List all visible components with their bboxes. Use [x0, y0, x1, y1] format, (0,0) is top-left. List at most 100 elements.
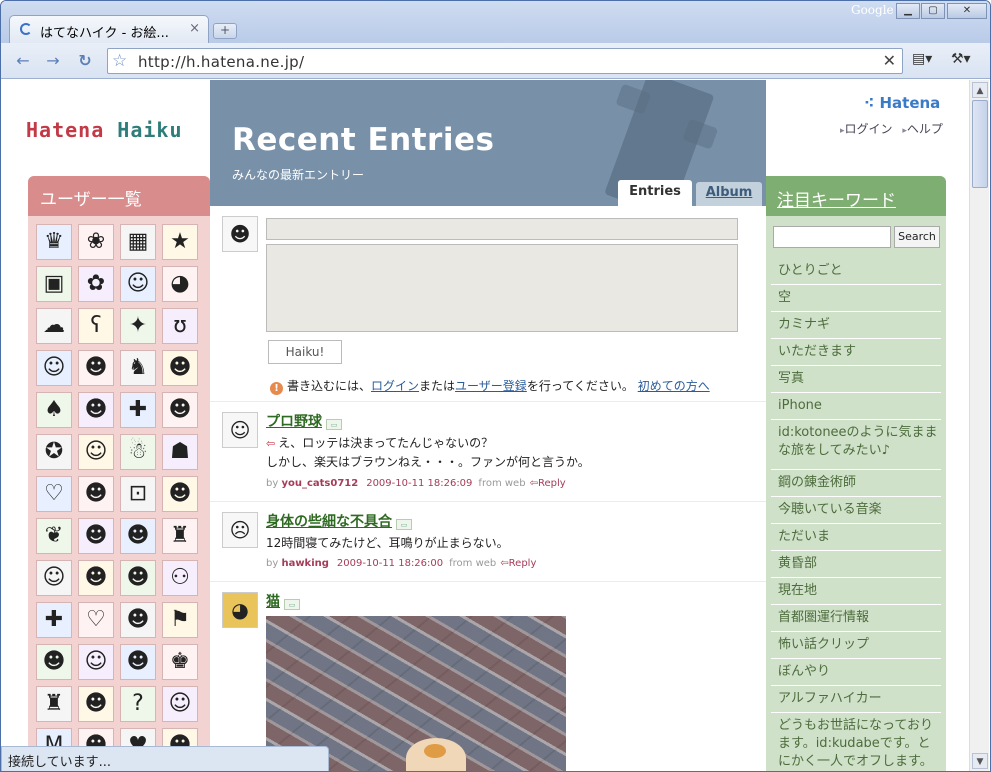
- user-icon-link[interactable]: ♚: [162, 644, 198, 680]
- tab-entries[interactable]: Entries: [618, 180, 692, 206]
- user-icon-link[interactable]: ✿: [78, 266, 114, 302]
- user-icon-link[interactable]: ❦: [36, 518, 72, 554]
- first-time-link[interactable]: 初めての方へ: [638, 379, 710, 393]
- reply-label[interactable]: Reply: [509, 558, 537, 569]
- close-window-button[interactable]: ✕: [947, 3, 987, 19]
- keyword-link[interactable]: 黄昏部: [771, 551, 941, 578]
- user-icon-link[interactable]: ✪: [36, 434, 72, 470]
- keyword-header[interactable]: 注目キーワード: [766, 176, 946, 216]
- user-icon-link[interactable]: ☁: [36, 308, 72, 344]
- user-icon-link[interactable]: ♜: [162, 518, 198, 554]
- user-icon-link[interactable]: ☻: [78, 518, 114, 554]
- browser-tab[interactable]: はてなハイク - お絵... ×: [9, 15, 209, 43]
- user-icon-link[interactable]: ☻: [120, 518, 156, 554]
- user-icon-link[interactable]: ✚: [36, 602, 72, 638]
- entry-title[interactable]: プロ野球: [266, 414, 322, 430]
- entry-timestamp[interactable]: 2009-10-11 18:26:00: [337, 558, 443, 569]
- keyword-link[interactable]: ぼんやり: [771, 659, 941, 686]
- user-icon-link[interactable]: ☺: [120, 266, 156, 302]
- user-icon-link[interactable]: ⊡: [120, 476, 156, 512]
- keyword-link[interactable]: いただきます: [771, 339, 941, 366]
- user-avatar[interactable]: ◕: [222, 592, 258, 628]
- tab-close-icon[interactable]: ×: [189, 21, 200, 36]
- user-icon-link[interactable]: ★: [162, 224, 198, 260]
- user-icon-link[interactable]: ☻: [78, 350, 114, 386]
- entry-body-textarea[interactable]: [266, 244, 738, 332]
- keyword-input[interactable]: [266, 218, 738, 240]
- vertical-scrollbar[interactable]: ▲ ▼: [969, 80, 989, 771]
- keyword-link[interactable]: アルファハイカー: [771, 686, 941, 713]
- hatena-haiku-logo[interactable]: Hatena Haiku: [26, 118, 183, 142]
- tab-album[interactable]: Album: [696, 182, 762, 206]
- keyword-link[interactable]: 怖い話クリップ: [771, 632, 941, 659]
- keyword-link[interactable]: 写真: [771, 366, 941, 393]
- reload-icon[interactable]: ↻: [73, 50, 97, 72]
- user-avatar[interactable]: ☹: [222, 512, 258, 548]
- reply-link[interactable]: ⇦Reply: [500, 558, 536, 569]
- user-avatar[interactable]: ☺: [222, 412, 258, 448]
- user-icon-link[interactable]: ☗: [162, 434, 198, 470]
- user-icon-link[interactable]: ♠: [36, 392, 72, 428]
- entry-title[interactable]: 身体の些細な不具合: [266, 514, 392, 530]
- user-icon-link[interactable]: ♞: [120, 350, 156, 386]
- minimize-button[interactable]: ▁: [896, 3, 920, 19]
- address-bar[interactable]: ☆ http://h.hatena.ne.jp/ ✕: [107, 48, 903, 74]
- haiku-submit-button[interactable]: Haiku!: [268, 340, 342, 364]
- scroll-thumb[interactable]: [972, 100, 988, 188]
- user-icon-link[interactable]: ☺: [78, 644, 114, 680]
- register-link[interactable]: ユーザー登録: [455, 379, 527, 393]
- reply-label[interactable]: Reply: [538, 478, 566, 489]
- entry-timestamp[interactable]: 2009-10-11 18:26:09: [366, 478, 472, 489]
- page-menu-icon[interactable]: ▤▾: [912, 51, 932, 67]
- entry-user-link[interactable]: you_cats0712: [281, 478, 358, 489]
- keyword-link[interactable]: カミナギ: [771, 312, 941, 339]
- user-icon-link[interactable]: ♡: [36, 476, 72, 512]
- entry-keyword-link[interactable]: プロ野球 ▭: [266, 411, 342, 431]
- notice-login-link[interactable]: ログイン: [371, 379, 419, 393]
- user-icon-link[interactable]: ☃: [120, 434, 156, 470]
- user-icon-link[interactable]: ▦: [120, 224, 156, 260]
- keyword-link[interactable]: iPhone: [771, 393, 941, 420]
- new-tab-button[interactable]: +: [213, 23, 237, 39]
- keyword-link[interactable]: 今聴いている音楽: [771, 497, 941, 524]
- wrench-menu-icon[interactable]: ⚒▾: [951, 51, 971, 67]
- bookmark-star-icon[interactable]: ☆: [112, 51, 127, 71]
- forward-arrow-icon[interactable]: →: [41, 50, 65, 72]
- keyword-link[interactable]: 現在地: [771, 578, 941, 605]
- user-icon-link[interactable]: ▣: [36, 266, 72, 302]
- keyword-link[interactable]: 空: [771, 285, 941, 312]
- user-icon-link[interactable]: ☻: [78, 560, 114, 596]
- user-icon-link[interactable]: ⚑: [162, 602, 198, 638]
- keyword-link[interactable]: id:kotoneeのように気ままな旅をしてみたい♪: [771, 420, 941, 470]
- user-icon-link[interactable]: ✦: [120, 308, 156, 344]
- user-icon-link[interactable]: ◕: [162, 266, 198, 302]
- user-icon-link[interactable]: ☻: [162, 476, 198, 512]
- user-icon-link[interactable]: ☻: [78, 392, 114, 428]
- keyword-link[interactable]: どうもお世話になっております。id:kudabeです。とにかく一人でオフします。: [771, 713, 941, 771]
- user-icon-link[interactable]: ʕ: [78, 308, 114, 344]
- user-icon-link[interactable]: ♡: [78, 602, 114, 638]
- keyword-link[interactable]: ただいま: [771, 524, 941, 551]
- user-icon-link[interactable]: ☻: [120, 644, 156, 680]
- stop-icon[interactable]: ✕: [883, 51, 896, 70]
- user-icon-link[interactable]: ☺: [36, 560, 72, 596]
- maximize-button[interactable]: ▢: [921, 3, 945, 19]
- scroll-up-icon[interactable]: ▲: [972, 82, 988, 98]
- entry-keyword-link[interactable]: 猫 ▭: [266, 591, 300, 611]
- user-icon-link[interactable]: ⚇: [162, 560, 198, 596]
- header-login-link[interactable]: ログイン: [845, 122, 893, 136]
- user-icon-link[interactable]: ʊ: [162, 308, 198, 344]
- user-icon-link[interactable]: ☻: [78, 686, 114, 722]
- user-icon-link[interactable]: ✚: [120, 392, 156, 428]
- user-icon-link[interactable]: ☺: [78, 434, 114, 470]
- keyword-link[interactable]: ひとりごと: [771, 258, 941, 285]
- entry-title[interactable]: 猫: [266, 594, 280, 610]
- user-icon-link[interactable]: ?: [120, 686, 156, 722]
- user-icon-link[interactable]: ☻: [36, 644, 72, 680]
- search-button[interactable]: Search: [894, 226, 940, 248]
- user-icon-link[interactable]: ☻: [162, 392, 198, 428]
- hatena-logo[interactable]: ⁖ Hatena: [864, 94, 940, 112]
- user-icon-link[interactable]: ❀: [78, 224, 114, 260]
- user-icon-link[interactable]: ☻: [120, 602, 156, 638]
- user-icon-link[interactable]: ☻: [78, 476, 114, 512]
